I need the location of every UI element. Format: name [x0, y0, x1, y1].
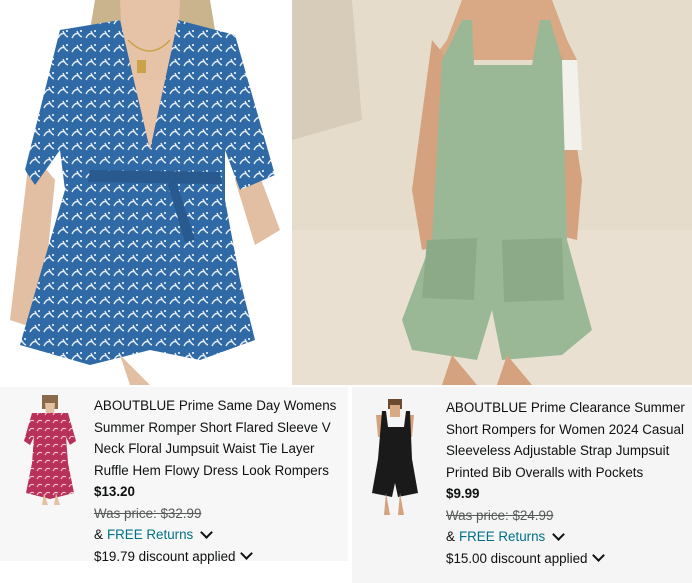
discount-row[interactable]: $19.79 discount applied [94, 546, 344, 568]
chevron-down-icon[interactable] [200, 525, 214, 539]
discount-text: $15.00 discount applied [446, 550, 588, 566]
product-thumbnail[interactable] [12, 393, 88, 505]
free-returns-row[interactable]: & FREE Returns [94, 524, 344, 546]
was-price: Was price: $32.99 [94, 505, 202, 521]
product-title[interactable]: ABOUTBLUE Prime Same Day Womens Summer R… [94, 395, 344, 481]
chevron-down-icon[interactable] [552, 527, 566, 541]
chevron-down-icon[interactable] [240, 547, 254, 561]
discount-row[interactable]: $15.00 discount applied [446, 548, 692, 570]
product-price: $9.99 [446, 486, 480, 501]
hero-image-green-romper[interactable] [292, 0, 692, 385]
returns-prefix: & [446, 529, 455, 544]
hero-image-blue-romper[interactable] [0, 0, 290, 385]
free-returns-row[interactable]: & FREE Returns [446, 526, 692, 548]
free-returns-link[interactable]: FREE Returns [459, 526, 545, 548]
was-price: Was price: $24.99 [446, 507, 554, 523]
discount-text: $19.79 discount applied [94, 548, 236, 564]
product-thumbnail[interactable] [358, 397, 430, 515]
product-price: $13.20 [94, 484, 135, 499]
returns-prefix: & [94, 527, 103, 542]
chevron-down-icon[interactable] [592, 549, 606, 563]
free-returns-link[interactable]: FREE Returns [107, 524, 193, 546]
product-card[interactable]: ABOUTBLUE Prime Same Day Womens Summer R… [0, 387, 348, 564]
product-card[interactable]: ABOUTBLUE Prime Clearance Summer Short R… [352, 387, 692, 583]
product-title[interactable]: ABOUTBLUE Prime Clearance Summer Short R… [446, 397, 692, 483]
